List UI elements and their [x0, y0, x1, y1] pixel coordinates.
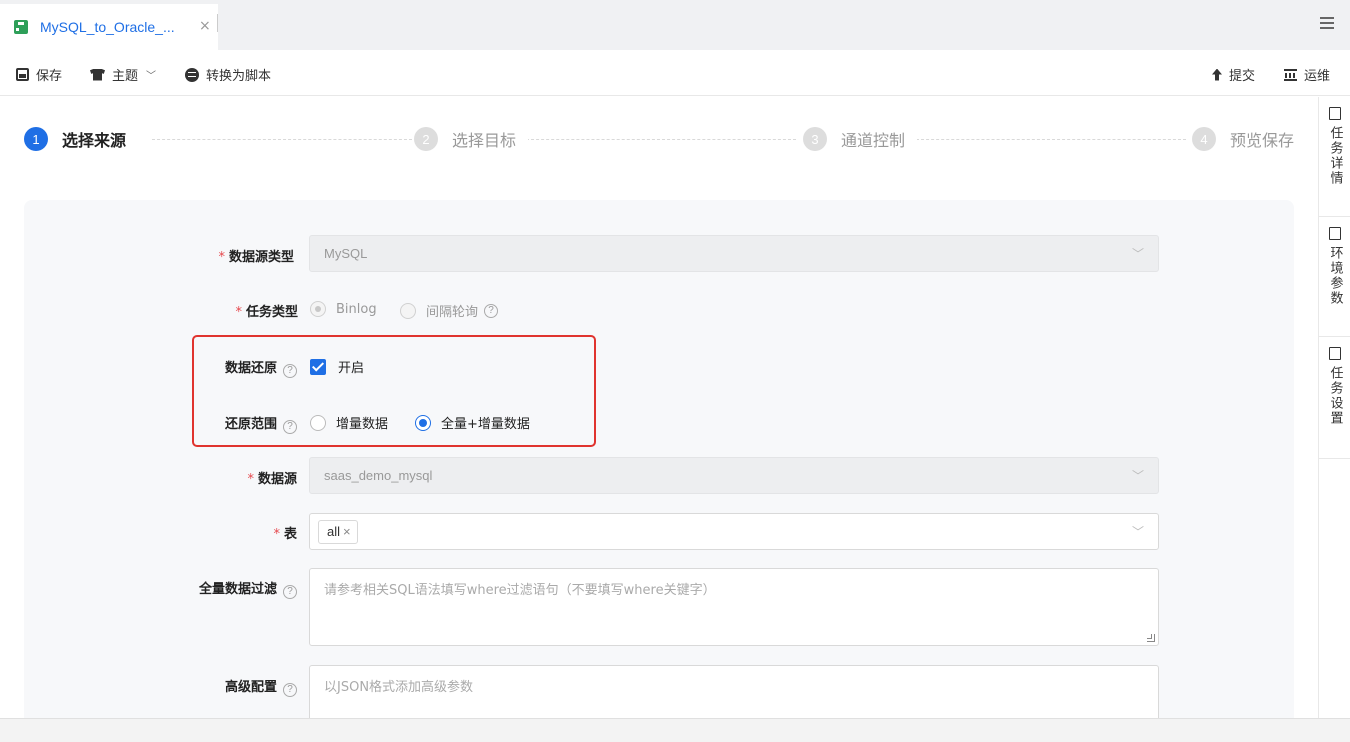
step-number: 1 — [24, 127, 48, 151]
radio-label: 增量数据 — [336, 417, 389, 432]
data-restore-checkbox[interactable]: 开启 — [310, 357, 364, 376]
step-connector — [526, 139, 796, 140]
main-content: 1 选择来源 2 选择目标 3 通道控制 4 预览保存 * 数据源类型 MySQL… — [0, 97, 1318, 718]
step-label: 通道控制 — [841, 131, 906, 150]
step-label: 选择目标 — [452, 131, 517, 150]
step-number: 3 — [803, 127, 827, 151]
save-button[interactable]: 保存 — [16, 65, 62, 84]
radio-label: 全量+增量数据 — [441, 417, 530, 432]
sidebar-item-label: 任务详情 — [1327, 126, 1343, 186]
edit-settings-icon — [1329, 347, 1341, 360]
step-number: 2 — [414, 127, 438, 151]
chevron-down-icon: ﹀ — [1131, 469, 1144, 483]
radio-circle-selected — [415, 414, 431, 431]
radio-circle — [310, 301, 326, 317]
ops-label: 运维 — [1304, 69, 1331, 84]
sidebar-item-env-params[interactable]: 环境参数 — [1319, 217, 1350, 337]
convert-label: 转换为脚本 — [206, 69, 272, 84]
step-number: 4 — [1192, 127, 1216, 151]
restore-scope-full-radio[interactable]: 全量+增量数据 — [415, 413, 530, 432]
help-icon[interactable]: ? — [283, 364, 297, 378]
checkbox-label: 开启 — [338, 361, 365, 376]
advanced-config-textarea[interactable]: 以JSON格式添加高级参数 — [309, 665, 1159, 718]
ops-monitor-icon — [1284, 68, 1297, 81]
chevron-down-icon: ﹀ — [1131, 247, 1144, 261]
sidebar-item-label: 任务设置 — [1327, 366, 1343, 426]
full-data-filter-textarea[interactable]: 请参考相关SQL语法填写where过滤语句（不要填写where关键字） — [309, 568, 1159, 646]
step-indicator: 1 选择来源 2 选择目标 3 通道控制 4 预览保存 — [24, 127, 1294, 151]
select-value: MySQL — [324, 246, 368, 261]
textarea-placeholder: 请参考相关SQL语法填写where过滤语句（不要填写where关键字） — [324, 583, 716, 598]
submit-label: 提交 — [1229, 69, 1256, 84]
step-connector — [916, 139, 1186, 140]
datasource-type-label: * 数据源类型 — [218, 250, 294, 265]
chevron-down-icon: ﹀ — [1131, 525, 1144, 539]
datasource-select[interactable]: saas_demo_mysql ﹀ — [309, 457, 1159, 494]
save-label: 保存 — [36, 69, 63, 84]
resize-handle-icon[interactable] — [1147, 634, 1155, 642]
task-type-polling-radio[interactable]: 间隔轮询 ? — [400, 301, 499, 320]
help-icon[interactable]: ? — [283, 420, 297, 434]
theme-label: 主题 — [112, 69, 139, 84]
tab-list-menu-icon[interactable] — [1320, 17, 1334, 29]
radio-label: 间隔轮询 — [426, 305, 479, 320]
restore-scope-label: 还原范围? — [150, 413, 297, 434]
step-connector — [152, 139, 412, 140]
table-select[interactable]: all × ﹀ — [309, 513, 1159, 550]
tag-label: all — [327, 524, 341, 539]
task-type-binlog-radio[interactable]: Binlog — [310, 301, 377, 317]
convert-icon — [185, 67, 199, 82]
tab-title: MySQL_to_Oracle_... — [40, 19, 175, 35]
save-icon — [16, 68, 29, 81]
advanced-config-label: 高级配置? — [150, 676, 297, 697]
checkbox-checked — [310, 358, 326, 375]
help-icon[interactable]: ? — [283, 683, 297, 697]
theme-shirt-icon — [90, 68, 105, 81]
textarea-placeholder: 以JSON格式添加高级参数 — [324, 680, 474, 695]
upload-arrow-icon — [1212, 68, 1222, 81]
ops-button[interactable]: 运维 — [1284, 65, 1330, 84]
tab-bar: MySQL_to_Oracle_... × — [0, 0, 1350, 50]
radio-label: Binlog — [336, 301, 377, 317]
datasource-label: * 数据源 — [247, 472, 297, 487]
datasource-type-select[interactable]: MySQL ﹀ — [309, 235, 1159, 272]
full-data-filter-label: 全量数据过滤? — [150, 578, 297, 599]
chevron-down-icon: ﹀ — [146, 71, 157, 82]
table-label: * 表 — [273, 527, 297, 542]
sync-task-icon — [14, 20, 32, 34]
sidebar-item-task-details[interactable]: 任务详情 — [1319, 97, 1350, 217]
restore-scope-incremental-radio[interactable]: 增量数据 — [310, 413, 388, 432]
step-2: 2 选择目标 — [414, 127, 529, 151]
sidebar-item-label: 环境参数 — [1327, 246, 1343, 306]
select-value: saas_demo_mysql — [324, 468, 433, 483]
step-label: 选择来源 — [62, 131, 127, 150]
step-1: 1 选择来源 — [24, 127, 139, 151]
right-sidebar: 任务详情 环境参数 任务设置 — [1318, 97, 1350, 742]
radio-circle — [400, 302, 416, 319]
tab-divider — [217, 14, 218, 32]
theme-dropdown[interactable]: 主题 ﹀ — [90, 65, 156, 84]
data-restore-label: 数据还原? — [150, 357, 297, 378]
radio-circle — [310, 414, 326, 431]
convert-to-script-button[interactable]: 转换为脚本 — [185, 65, 271, 84]
bottom-bar — [0, 718, 1350, 742]
step-3: 3 通道控制 — [803, 127, 918, 151]
table-tag: all × — [318, 520, 358, 544]
sidebar-item-task-settings[interactable]: 任务设置 — [1319, 337, 1350, 459]
help-icon[interactable]: ? — [484, 303, 499, 318]
submit-button[interactable]: 提交 — [1212, 65, 1255, 84]
tag-close-icon[interactable]: × — [343, 524, 351, 539]
task-type-label: * 任务类型 — [235, 305, 298, 320]
toolbar: 保存 主题 ﹀ 转换为脚本 提交 运维 — [0, 50, 1350, 96]
step-label: 预览保存 — [1230, 131, 1295, 150]
help-icon[interactable]: ? — [283, 585, 297, 599]
document-icon — [1329, 107, 1341, 120]
tab-close-icon[interactable]: × — [199, 18, 211, 34]
sliders-icon — [1329, 227, 1341, 240]
editor-tab[interactable]: MySQL_to_Oracle_... × — [0, 4, 218, 50]
step-4: 4 预览保存 — [1192, 127, 1294, 151]
